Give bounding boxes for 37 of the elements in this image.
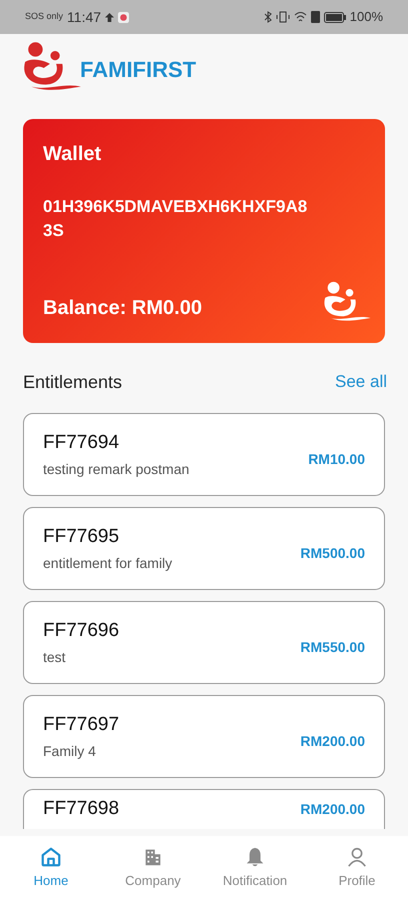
wifi-icon	[294, 11, 307, 23]
wallet-title: Wallet	[43, 142, 102, 167]
entitlement-card[interactable]: FF77698 RM200.00	[23, 789, 385, 829]
profile-icon	[346, 846, 368, 868]
entitlement-amount: RM550.00	[300, 638, 365, 657]
sim-icon	[310, 11, 320, 23]
entitlement-code: FF77697	[43, 712, 120, 737]
app-icon	[118, 12, 130, 22]
carrier-text: SOS only	[25, 10, 64, 24]
entitlement-card[interactable]: FF77695 entitlement for family RM500.00	[23, 507, 385, 590]
vibrate-icon	[276, 11, 290, 23]
entitlement-card[interactable]: FF77697 Family 4 RM200.00	[23, 695, 385, 778]
entitlement-code: FF77694	[43, 430, 120, 455]
entitlement-remark: test	[43, 648, 67, 668]
nav-tab[interactable]: Home	[3, 846, 99, 890]
entitlement-card[interactable]: FF77696 test RM550.00	[23, 601, 385, 684]
entitlement-amount: RM200.00	[300, 800, 365, 819]
wallet-balance: Balance: RM0.00	[43, 296, 202, 321]
entitlement-card[interactable]: FF77694 testing remark postman RM10.00	[23, 413, 385, 496]
bluetooth-icon	[264, 11, 272, 23]
entitlement-amount: RM200.00	[300, 732, 365, 751]
entitlement-code: FF77695	[43, 524, 120, 549]
entitlement-remark: Family 4	[43, 742, 97, 762]
entitlement-code: FF77696	[43, 618, 120, 643]
bell-icon	[244, 846, 266, 868]
entitlement-code: FF77698	[43, 797, 120, 822]
brand-name: FAMIFIRST	[80, 56, 196, 84]
battery-icon	[324, 12, 346, 22]
clock: 11:47	[67, 8, 102, 26]
home-icon	[40, 846, 62, 868]
entitlement-amount: RM500.00	[300, 544, 365, 563]
entitlement-amount: RM10.00	[308, 450, 365, 469]
entitlement-remark: testing remark postman	[43, 460, 190, 480]
section-title: Entitlements	[23, 370, 122, 394]
entitlement-remark: entitlement for family	[43, 554, 172, 574]
battery-percent: 100%	[350, 8, 383, 26]
wallet-id: 01H396K5DMAVEBXH6KHXF9A83S	[43, 196, 308, 242]
